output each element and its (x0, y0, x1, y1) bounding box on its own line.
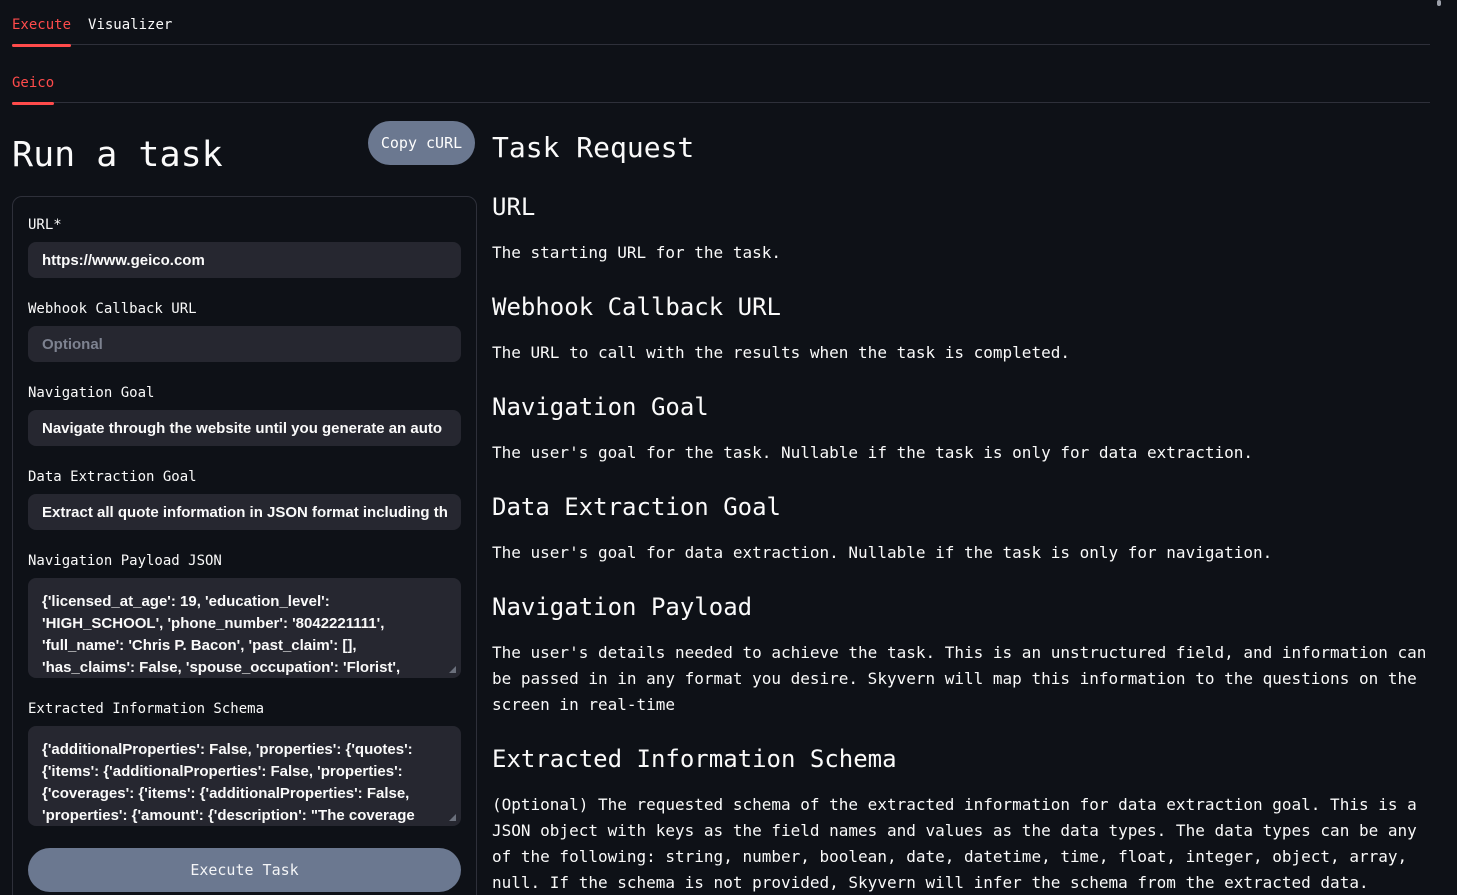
navigation-payload-json-field: Navigation Payload JSON {'licensed_at_ag… (28, 552, 461, 678)
task-form-card: URL* Webhook Callback URL Navigation Goa… (12, 196, 477, 895)
docs-heading-extracted-information-schema: Extracted Information Schema (492, 744, 1437, 774)
url-field-label: URL* (28, 216, 461, 234)
docs-body-webhook-callback-url: The URL to call with the results when th… (492, 340, 1437, 366)
docs-title: Task Request (492, 130, 1437, 166)
skyvern-app: Execute Visualizer Geico Run a task Copy… (0, 0, 1457, 895)
docs-heading-navigation-goal: Navigation Goal (492, 392, 1437, 422)
main-tabbar: Execute Visualizer (12, 15, 1430, 45)
docs-body-navigation-payload: The user's details needed to achieve the… (492, 640, 1437, 718)
extracted-information-schema-resize-grip[interactable]: {'additionalProperties': False, 'propert… (28, 726, 461, 826)
navigation-goal-input[interactable] (28, 410, 461, 446)
navigation-payload-json-label: Navigation Payload JSON (28, 552, 461, 570)
page-title: Run a task (12, 134, 223, 176)
webhook-callback-url-label: Webhook Callback URL (28, 300, 461, 318)
docs-heading-url: URL (492, 192, 1437, 222)
docs-heading-webhook-callback-url: Webhook Callback URL (492, 292, 1437, 322)
tab-execute[interactable]: Execute (12, 15, 71, 35)
extracted-information-schema-field: Extracted Information Schema {'additiona… (28, 700, 461, 826)
navigation-goal-label: Navigation Goal (28, 384, 461, 402)
navigation-goal-field: Navigation Goal (28, 384, 461, 446)
docs-heading-navigation-payload: Navigation Payload (492, 592, 1437, 622)
docs-body-data-extraction-goal: The user's goal for data extraction. Nul… (492, 540, 1437, 566)
copy-curl-button[interactable]: Copy cURL (368, 121, 475, 165)
url-input[interactable] (28, 242, 461, 278)
tab-visualizer[interactable]: Visualizer (88, 15, 172, 35)
data-extraction-goal-input[interactable] (28, 494, 461, 530)
sub-tabbar: Geico (12, 73, 1430, 103)
data-extraction-goal-field: Data Extraction Goal (28, 468, 461, 530)
webhook-callback-url-input[interactable] (28, 326, 461, 362)
navigation-payload-json-resize-grip[interactable]: {'licensed_at_age': 19, 'education_level… (28, 578, 461, 678)
tab-geico[interactable]: Geico (12, 73, 54, 93)
scrollbar-thumb[interactable] (1437, 0, 1441, 6)
docs-heading-data-extraction-goal: Data Extraction Goal (492, 492, 1437, 522)
execute-task-button[interactable]: Execute Task (28, 848, 461, 892)
task-request-docs: Task Request URL The starting URL for th… (492, 130, 1437, 895)
navigation-payload-json-textarea[interactable]: {'licensed_at_age': 19, 'education_level… (28, 578, 461, 678)
data-extraction-goal-label: Data Extraction Goal (28, 468, 461, 486)
url-field: URL* (28, 216, 461, 278)
extracted-information-schema-textarea[interactable]: {'additionalProperties': False, 'propert… (28, 726, 461, 826)
docs-body-navigation-goal: The user's goal for the task. Nullable i… (492, 440, 1437, 466)
webhook-callback-url-field: Webhook Callback URL (28, 300, 461, 362)
docs-body-url: The starting URL for the task. (492, 240, 1437, 266)
docs-body-extracted-information-schema: (Optional) The requested schema of the e… (492, 792, 1437, 895)
extracted-information-schema-label: Extracted Information Schema (28, 700, 461, 718)
